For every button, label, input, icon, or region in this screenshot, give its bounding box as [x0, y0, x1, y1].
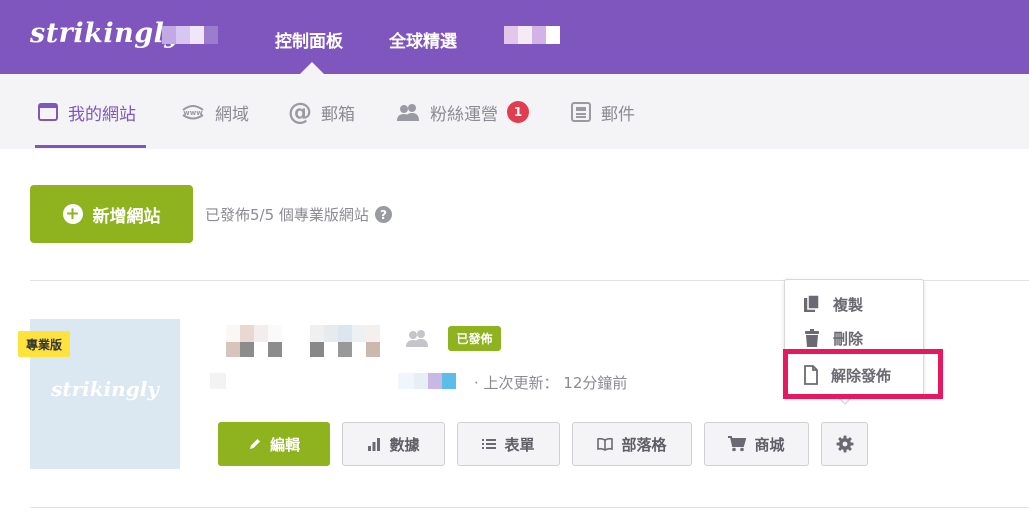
menu-item-duplicate[interactable]: 複製: [803, 292, 863, 316]
menu-item-label: 複製: [833, 295, 864, 314]
thumbnail-logo: strikingly: [51, 377, 159, 401]
list-icon: [482, 438, 497, 450]
store-label: 商城: [754, 435, 785, 454]
store-button[interactable]: 商城: [704, 422, 809, 466]
nav-dashboard[interactable]: 控制面板: [275, 27, 343, 52]
strikingly-logo[interactable]: strikingly: [30, 18, 181, 49]
forms-button[interactable]: 表單: [457, 422, 560, 466]
notification-badge: 1: [507, 101, 529, 123]
plus-circle-icon: +: [62, 204, 83, 224]
cart-icon: [728, 436, 747, 452]
published-count-text: 已發佈5/5 個專業版網站: [205, 206, 369, 224]
subnav-label: 郵件: [601, 104, 635, 125]
browser-icon: [37, 101, 59, 123]
subnav-label: 粉絲運營: [430, 104, 498, 125]
subnav-mailbox[interactable]: @ 郵箱: [288, 98, 355, 126]
active-tab-underline: [35, 145, 146, 148]
subnav-audience[interactable]: 粉絲運營 1: [395, 100, 529, 125]
site-url-redacted[interactable]: [210, 373, 226, 389]
active-nav-caret: [300, 62, 324, 74]
edit-button[interactable]: 編輯: [218, 422, 330, 466]
book-icon: [597, 437, 614, 451]
published-status-tag: 已發佈: [448, 326, 501, 351]
users-icon: [395, 101, 421, 123]
subnav-label: 郵箱: [321, 104, 355, 125]
top-bar: strikingly 控制面板 全球精選: [0, 0, 1029, 74]
site-name-redacted: [226, 342, 380, 357]
stats-button[interactable]: 數據: [342, 422, 445, 466]
section-divider: [30, 507, 1029, 508]
edit-label: 編輯: [269, 435, 300, 454]
new-site-label: 新增網站: [92, 206, 161, 227]
www-icon: www: [180, 101, 206, 123]
blog-button[interactable]: 部落格: [572, 422, 692, 466]
user-avatar-redacted[interactable]: [504, 26, 560, 44]
subnav-label: 網域: [215, 104, 249, 125]
menu-item-delete[interactable]: 刪除: [803, 326, 863, 350]
site-name-redacted[interactable]: [226, 325, 380, 342]
help-icon[interactable]: ?: [374, 206, 392, 223]
account-name-redacted: [162, 26, 218, 44]
newsletter-icon: [570, 101, 592, 123]
published-count-info: 已發佈5/5 個專業版網站 ?: [205, 204, 392, 225]
blog-label: 部落格: [621, 435, 667, 454]
pro-plan-tag: 專業版: [18, 331, 70, 357]
stats-label: 數據: [389, 435, 420, 454]
last-updated-text: · 上次更新： 12分鐘前: [474, 374, 628, 392]
site-url-redacted[interactable]: [398, 373, 456, 389]
svg-text:www: www: [183, 109, 203, 117]
gear-icon: [836, 435, 854, 453]
copy-icon: [803, 294, 821, 314]
subnav-domains[interactable]: www 網域: [180, 100, 249, 125]
forms-label: 表單: [504, 435, 535, 454]
at-icon: @: [288, 98, 312, 126]
settings-button[interactable]: [821, 422, 868, 466]
subnav-newsletter[interactable]: 郵件: [570, 100, 635, 125]
menu-item-label: 刪除: [833, 329, 864, 348]
pencil-icon: [248, 437, 262, 451]
nav-discover[interactable]: 全球精選: [389, 27, 457, 52]
subnav-my-sites[interactable]: 我的網站: [37, 100, 136, 125]
new-site-button[interactable]: + 新增網站: [30, 185, 193, 243]
collaborators-icon[interactable]: [403, 327, 431, 349]
sub-nav: 我的網站 www 網域 @ 郵箱 粉絲運營 1 郵件: [0, 74, 1029, 149]
subnav-label: 我的網站: [68, 104, 136, 125]
bar-chart-icon: [367, 437, 381, 451]
unpublish-highlight-box: [783, 349, 943, 399]
trash-icon: [803, 328, 821, 348]
